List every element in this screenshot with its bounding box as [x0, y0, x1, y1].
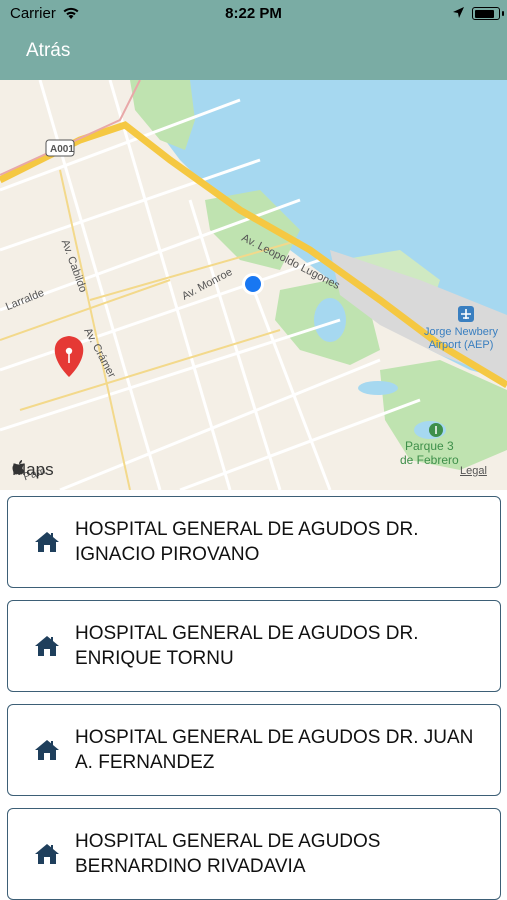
- airport-label-line: Jorge Newbery: [424, 326, 498, 338]
- status-bar: Carrier 8:22 PM: [0, 0, 507, 28]
- home-icon: [34, 739, 60, 766]
- battery-icon: [472, 7, 504, 20]
- airport-label: Jorge Newbery Airport (AEP): [424, 326, 498, 352]
- location-arrow-icon: [452, 6, 465, 23]
- navigation-bar: Atrás: [0, 28, 507, 80]
- airport-label-line: Airport (AEP): [428, 339, 494, 351]
- map-pin-icon: [54, 336, 84, 377]
- hospital-name: HOSPITAL GENERAL DE AGUDOS DR. ENRIQUE T…: [75, 623, 419, 669]
- park-label-line: de Febrero: [400, 453, 459, 467]
- home-icon: [34, 531, 60, 558]
- legal-link[interactable]: Legal: [460, 465, 487, 477]
- clock: 8:22 PM: [225, 5, 282, 22]
- maps-logo: Maps: [12, 460, 54, 480]
- home-icon: [34, 635, 60, 662]
- lagoon: [314, 298, 346, 342]
- park-label-line: Parque 3: [405, 439, 454, 453]
- hospital-name: HOSPITAL GENERAL DE AGUDOS BERNARDINO RI…: [75, 831, 381, 877]
- back-button[interactable]: Atrás: [26, 40, 70, 62]
- lagoon: [306, 203, 334, 217]
- highway-label: A001: [50, 144, 74, 155]
- park-label: Parque 3 de Febrero: [400, 439, 459, 467]
- map-view[interactable]: A001 Av. Leopoldo Lugones Av. Cabildo Av…: [0, 80, 507, 490]
- hospital-card[interactable]: HOSPITAL GENERAL DE AGUDOS DR. ENRIQUE T…: [7, 600, 501, 692]
- hospital-list: HOSPITAL GENERAL DE AGUDOS DR. IGNACIO P…: [0, 490, 507, 900]
- hospital-card[interactable]: HOSPITAL GENERAL DE AGUDOS BERNARDINO RI…: [7, 808, 501, 900]
- hospital-name: HOSPITAL GENERAL DE AGUDOS DR. JUAN A. F…: [75, 727, 474, 773]
- hospital-card[interactable]: HOSPITAL GENERAL DE AGUDOS DR. IGNACIO P…: [7, 496, 501, 588]
- home-icon: [34, 843, 60, 870]
- hospital-name: HOSPITAL GENERAL DE AGUDOS DR. IGNACIO P…: [75, 519, 419, 565]
- hospital-card[interactable]: HOSPITAL GENERAL DE AGUDOS DR. JUAN A. F…: [7, 704, 501, 796]
- lagoon: [358, 381, 398, 395]
